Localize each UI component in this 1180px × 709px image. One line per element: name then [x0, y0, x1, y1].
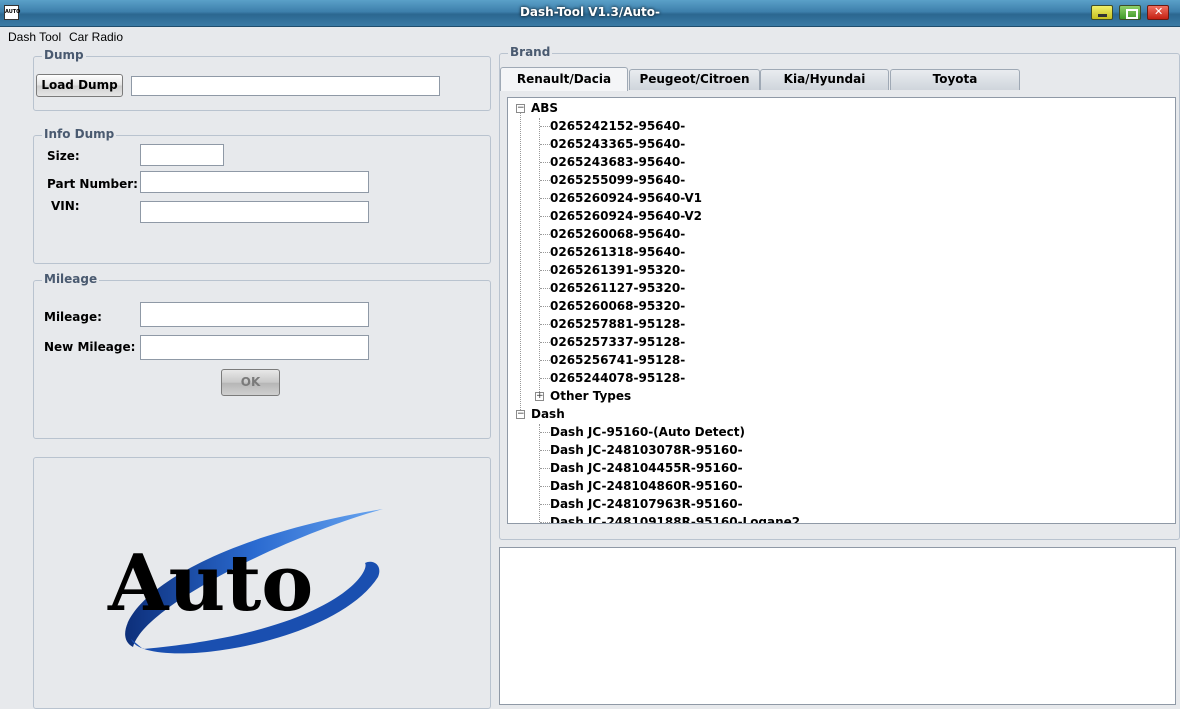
new-mileage-label: New Mileage: [44, 340, 136, 354]
ok-button[interactable]: OK [221, 369, 280, 396]
tab-toyota[interactable]: Toyota [890, 69, 1020, 90]
tree-item[interactable]: 0265261391-95320- [550, 261, 685, 279]
tree-item[interactable]: 0265260068-95640- [550, 225, 685, 243]
brand-group-title: Brand [508, 45, 553, 59]
tree-node-abs[interactable]: ABS [531, 99, 558, 117]
size-field[interactable] [140, 144, 224, 166]
size-label: Size: [47, 149, 80, 163]
output-log-area[interactable] [499, 547, 1176, 705]
tree-connector [539, 118, 540, 396]
tree-item[interactable]: 0265256741-95128- [550, 351, 685, 369]
tab-peugeot-citroen[interactable]: Peugeot/Citroen [629, 69, 760, 90]
tree-node-other-types[interactable]: Other Types [550, 387, 631, 405]
tree-item[interactable]: 0265243683-95640- [550, 153, 685, 171]
window-title: Dash-Tool V1.3/Auto- [519, 5, 661, 19]
abs-collapse-icon[interactable]: − [516, 104, 525, 113]
load-dump-button[interactable]: Load Dump [36, 74, 123, 97]
tree-item[interactable]: Dash JC-248104455R-95160- [550, 459, 743, 477]
tree-connector [520, 112, 521, 418]
tree-item[interactable]: Dash JC-248103078R-95160- [550, 441, 743, 459]
tree-item[interactable]: Dash JC-248104860R-95160- [550, 477, 743, 495]
tree-item[interactable]: 0265260924-95640-V2 [550, 207, 702, 225]
minimize-button[interactable] [1091, 5, 1113, 20]
tree-item[interactable]: 0265257881-95128- [550, 315, 685, 333]
part-number-field[interactable] [140, 171, 369, 193]
tree-item[interactable]: 0265257337-95128- [550, 333, 685, 351]
new-mileage-field[interactable] [140, 335, 369, 360]
tree-connector [539, 424, 540, 523]
mileage-field[interactable] [140, 302, 369, 327]
vin-field[interactable] [140, 201, 369, 223]
tab-renault-dacia[interactable]: Renault/Dacia [500, 67, 628, 91]
auto-logo: Auto [107, 509, 384, 654]
tree-item[interactable]: 0265242152-95640- [550, 117, 685, 135]
other-types-expand-icon[interactable]: + [535, 392, 544, 401]
tree-node-dash[interactable]: Dash [531, 405, 565, 423]
logo-panel: Auto [33, 457, 491, 709]
tree-item[interactable]: 0265261127-95320- [550, 279, 685, 297]
ecu-tree[interactable]: − ABS 0265242152-95640- 0265243365-95640… [507, 97, 1176, 524]
tree-item[interactable]: 0265260068-95320- [550, 297, 685, 315]
maximize-button[interactable] [1119, 5, 1141, 20]
title-bar: AUTO Dash-Tool V1.3/Auto- [0, 0, 1180, 27]
tab-kia-hyundai[interactable]: Kia/Hyundai [760, 69, 889, 90]
menu-dash-tool[interactable]: Dash Tool [8, 30, 61, 44]
tree-item[interactable]: 0265260924-95640-V1 [550, 189, 702, 207]
part-number-label: Part Number: [47, 177, 138, 191]
dump-path-field[interactable] [131, 76, 440, 96]
tree-item[interactable]: 0265255099-95640- [550, 171, 685, 189]
info-dump-group-title: Info Dump [42, 127, 117, 141]
tree-item[interactable]: Dash JC-248109188R-95160-Logane2 [550, 513, 800, 523]
menu-bar: Dash Tool Car Radio [0, 28, 1180, 46]
tree-item[interactable]: Dash JC-248107963R-95160- [550, 495, 743, 513]
info-dump-group: Info Dump [33, 127, 491, 264]
tree-item[interactable]: 0265243365-95640- [550, 135, 685, 153]
tree-item[interactable]: Dash JC-95160-(Auto Detect) [550, 423, 745, 441]
dash-collapse-icon[interactable]: − [516, 410, 525, 419]
logo-text: Auto [107, 538, 313, 629]
vin-label: VIN: [51, 199, 80, 213]
close-button[interactable] [1147, 5, 1169, 20]
menu-car-radio[interactable]: Car Radio [69, 30, 123, 44]
mileage-group-title: Mileage [42, 272, 100, 286]
dump-group-title: Dump [42, 48, 86, 62]
tree-item[interactable]: 0265261318-95640- [550, 243, 685, 261]
tree-item[interactable]: 0265244078-95128- [550, 369, 685, 387]
mileage-label: Mileage: [44, 310, 102, 324]
